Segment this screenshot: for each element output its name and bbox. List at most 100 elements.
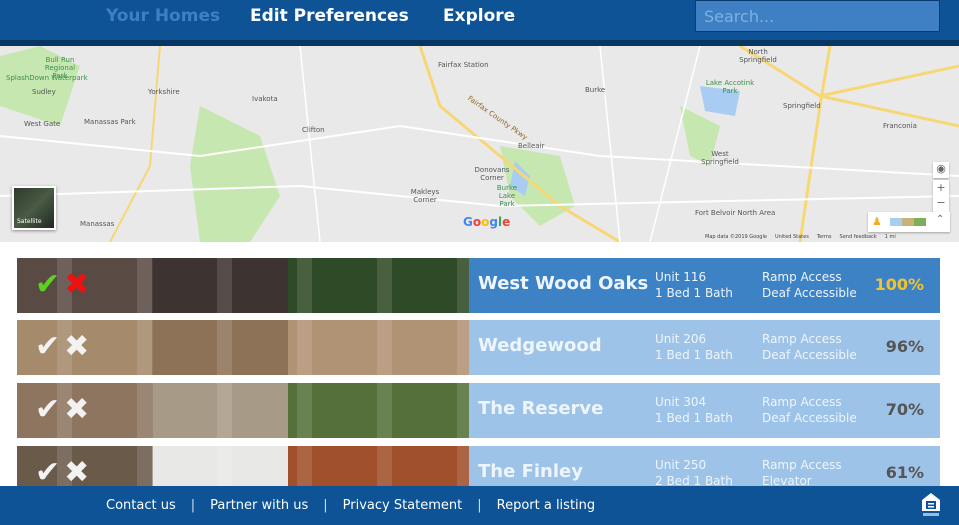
map-label: Franconia <box>883 122 917 130</box>
nav-explore[interactable]: Explore <box>443 6 515 26</box>
unit-number: Unit 304 <box>655 395 707 409</box>
listing-name: The Reserve <box>478 398 604 419</box>
match-percent: 70% <box>885 400 924 419</box>
zoom-controls: + − <box>933 180 949 212</box>
map-layers-control[interactable]: ♟ ⌃ <box>868 212 950 232</box>
x-icon[interactable]: ✖ <box>64 393 89 427</box>
listing-name: The Finley <box>478 461 583 482</box>
listing-name: Wedgewood <box>478 335 602 356</box>
unit-number: Unit 250 <box>655 458 707 472</box>
footer-partner-link[interactable]: Partner with us <box>210 498 308 513</box>
checkmark-icon[interactable]: ✔ <box>35 393 60 427</box>
terms-link[interactable]: Terms <box>817 234 832 240</box>
checkmark-icon[interactable]: ✔ <box>35 456 60 490</box>
map-roads <box>0 46 959 242</box>
map-label: Burke Lake Park <box>496 184 518 208</box>
listing-photo[interactable]: ✔ ✖ <box>17 383 469 438</box>
match-percent: 61% <box>885 463 924 482</box>
match-percent: 96% <box>885 337 924 356</box>
feature: Ramp Access <box>762 458 842 472</box>
listing-info[interactable]: West Wood Oaks Unit 116 1 Bed 1 Bath Ramp… <box>469 258 940 313</box>
map-label: Belleair <box>518 142 545 150</box>
listing-features: Ramp Access Deaf Accessible <box>762 269 857 301</box>
satellite-toggle[interactable]: Satellite <box>12 186 56 230</box>
satellite-label: Satellite <box>17 218 42 225</box>
map-label: Sudley <box>32 88 56 96</box>
footer-privacy-link[interactable]: Privacy Statement <box>343 498 463 513</box>
region-text: United States <box>774 234 809 240</box>
bed-bath: 1 Bed 1 Bath <box>655 411 733 425</box>
map-label: Donovans Corner <box>474 166 510 182</box>
search-input[interactable] <box>695 0 940 32</box>
listing-unit: Unit 206 1 Bed 1 Bath <box>655 331 733 363</box>
map-label: Fort Belvoir North Area <box>695 209 776 217</box>
map-label: Yorkshire <box>148 88 180 96</box>
listing-unit: Unit 116 1 Bed 1 Bath <box>655 269 733 301</box>
map-label: West Gate <box>24 120 61 128</box>
map-label: Makleys Corner <box>410 188 440 204</box>
listing-features: Ramp Access Deaf Accessible <box>762 331 857 363</box>
unit-number: Unit 116 <box>655 270 707 284</box>
listing-unit: Unit 304 1 Bed 1 Bath <box>655 394 733 426</box>
divider: | <box>323 498 328 513</box>
feature: Ramp Access <box>762 332 842 346</box>
nav-edit-preferences[interactable]: Edit Preferences <box>250 6 409 26</box>
listing-features: Ramp Access Deaf Accessible <box>762 394 857 426</box>
top-nav: Your Homes Edit Preferences Explore <box>0 0 959 40</box>
listing-name: West Wood Oaks <box>478 273 649 294</box>
pegman-icon[interactable]: ♟ <box>872 215 882 228</box>
map-label: SplashDown Waterpark <box>6 74 88 82</box>
map-label: Fairfax Station <box>438 61 489 69</box>
bed-bath: 1 Bed 1 Bath <box>655 286 733 300</box>
listing-photo[interactable]: ✔ ✖ <box>17 320 469 375</box>
feedback-link[interactable]: Send feedback <box>840 234 877 240</box>
x-icon[interactable]: ✖ <box>64 456 89 490</box>
footer-report-link[interactable]: Report a listing <box>497 498 596 513</box>
divider: | <box>190 498 196 513</box>
feature: Deaf Accessible <box>762 348 857 362</box>
checkmark-icon[interactable]: ✔ <box>35 268 60 302</box>
match-percent: 100% <box>874 275 924 294</box>
unit-number: Unit 206 <box>655 332 707 346</box>
feature: Deaf Accessible <box>762 411 857 425</box>
map-label: Lake Accotink Park <box>705 79 755 95</box>
map-label: Springfield <box>783 102 821 110</box>
map-label: West Springfield <box>701 150 739 166</box>
listing-info[interactable]: Wedgewood Unit 206 1 Bed 1 Bath Ramp Acce… <box>469 320 940 375</box>
listing-features: Ramp Access Elevator <box>762 457 842 489</box>
feature: Ramp Access <box>762 270 842 284</box>
divider: | <box>477 498 482 513</box>
zoom-in-button[interactable]: + <box>933 180 949 195</box>
bed-bath: 1 Bed 1 Bath <box>655 348 733 362</box>
listing-row[interactable]: ✔ ✖ Wedgewood Unit 206 1 Bed 1 Bath Ramp A… <box>17 320 940 375</box>
listing-row[interactable]: ✔ ✖ The Reserve Unit 304 1 Bed 1 Bath Ramp… <box>17 383 940 438</box>
map-label: North Springfield <box>739 48 777 64</box>
listing-unit: Unit 250 2 Bed 1 Bath <box>655 457 733 489</box>
chevron-up-icon[interactable]: ⌃ <box>936 214 944 225</box>
map-attribution: Map data ©2019 Google United States Terms S… <box>705 234 904 240</box>
map-label: Manassas <box>80 220 115 228</box>
equal-housing-icon <box>922 493 940 516</box>
x-icon[interactable]: ✖ <box>64 330 89 364</box>
feature: Ramp Access <box>762 395 842 409</box>
nav-your-homes[interactable]: Your Homes <box>106 6 220 26</box>
footer-contact-link[interactable]: Contact us <box>106 498 176 513</box>
map[interactable]: Bull Run Regional Park SplashDown Waterp… <box>0 46 959 242</box>
listing-photo[interactable]: ✔ ✖ <box>17 258 469 313</box>
footer: Contact us | Partner with us | Privacy Sta… <box>0 486 959 525</box>
x-icon[interactable]: ✖ <box>64 268 89 302</box>
zoom-out-button[interactable]: − <box>933 195 949 210</box>
checkmark-icon[interactable]: ✔ <box>35 330 60 364</box>
map-label: Ivakota <box>252 95 278 103</box>
map-label: Clifton <box>302 126 325 134</box>
listing-row[interactable]: ✔ ✖ West Wood Oaks Unit 116 1 Bed 1 Bath R… <box>17 258 940 313</box>
feature: Deaf Accessible <box>762 286 857 300</box>
my-location-button[interactable]: ◉ <box>933 162 949 178</box>
map-data-text: Map data ©2019 Google <box>705 234 767 240</box>
google-logo: Google <box>463 215 511 229</box>
layer-thumbnails[interactable] <box>890 218 926 226</box>
scale-label: 1 mi <box>884 234 896 240</box>
listing-info[interactable]: The Reserve Unit 304 1 Bed 1 Bath Ramp Ac… <box>469 383 940 438</box>
map-label: Burke <box>585 86 606 94</box>
map-label: Manassas Park <box>84 118 136 126</box>
